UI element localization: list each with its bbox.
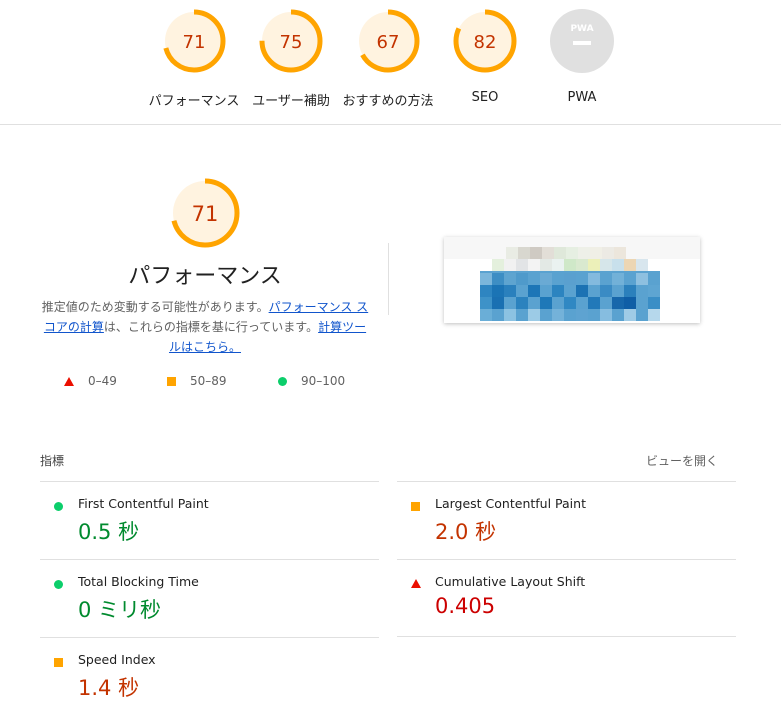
gauge-ring: 67: [356, 9, 420, 73]
metric-label: Speed Index: [78, 652, 156, 667]
metric-speed-index: Speed Index 1.4 秒: [40, 637, 379, 715]
gauge-performance[interactable]: 71 パフォーマンス: [139, 8, 249, 109]
legend-average: 50–89: [167, 374, 227, 388]
metric-fcp: First Contentful Paint 0.5 秒: [40, 481, 379, 559]
gauge-label: ユーザー補助: [252, 94, 330, 109]
gauge-label: パフォーマンス: [148, 94, 240, 109]
metric-label: Cumulative Layout Shift: [435, 574, 586, 589]
circle-icon: [54, 502, 63, 511]
pwa-icon-text: PWA: [570, 24, 593, 34]
metric-tbt: Total Blocking Time 0 ミリ秒: [40, 559, 379, 637]
expand-view-toggle[interactable]: ビューを開く: [646, 452, 718, 469]
metric-value: 0.405: [435, 594, 496, 618]
square-icon: [411, 502, 420, 511]
gauge-ring-large: 71: [170, 178, 240, 248]
performance-score: 71: [192, 202, 219, 226]
performance-title: パフォーマンス: [128, 264, 282, 289]
metric-label: Largest Contentful Paint: [435, 496, 586, 511]
description-text-mid: は、これらの指標を基に行っています。: [103, 320, 319, 334]
circle-icon: [54, 580, 63, 589]
circle-icon: [278, 376, 287, 386]
description-text: 推定値のため変動する可能性があります。: [41, 300, 269, 314]
gauge-label: SEO: [471, 90, 499, 105]
performance-gauge: 71: [40, 176, 370, 250]
score-summary-bar: 71 パフォーマンス 75 ユーザー補助 67 おすすめの方法 82 SEO P…: [0, 0, 781, 125]
gauge-score: 71: [183, 32, 206, 53]
metric-label: First Contentful Paint: [78, 496, 209, 511]
gauge-score: 67: [377, 32, 400, 53]
legend-range: 50–89: [190, 374, 227, 388]
divider: [388, 243, 389, 315]
gauge-label: PWA: [567, 90, 597, 105]
square-icon: [167, 376, 176, 386]
metric-cls: Cumulative Layout Shift 0.405: [397, 559, 736, 637]
triangle-icon: [64, 376, 74, 386]
gauge-score: 75: [280, 32, 303, 53]
metric-value: 0.5 秒: [78, 520, 140, 544]
page-screenshot-thumbnail: [444, 237, 700, 323]
gauge-pwa[interactable]: PWA PWA: [527, 8, 637, 105]
metric-value: 0 ミリ秒: [78, 598, 162, 622]
triangle-icon: [411, 579, 421, 588]
gauge-score: 82: [474, 32, 497, 53]
performance-description: 推定値のため変動する可能性があります。パフォーマンス スコアの計算は、これらの指…: [40, 297, 370, 357]
metric-label: Total Blocking Time: [78, 574, 199, 589]
legend-range: 0–49: [88, 374, 117, 388]
metric-lcp: Largest Contentful Paint 2.0 秒: [397, 481, 736, 559]
square-icon: [54, 658, 63, 667]
legend-range: 90–100: [301, 374, 346, 388]
gauge-ring: 75: [259, 9, 323, 73]
gauge-ring: 71: [162, 9, 226, 73]
metrics-header: 指標: [40, 454, 65, 468]
metric-value: 1.4 秒: [78, 676, 140, 700]
gauge-label: おすすめの方法: [342, 94, 434, 109]
gauge-seo[interactable]: 82 SEO: [430, 8, 540, 105]
metric-value: 2.0 秒: [435, 520, 497, 544]
gauge-accessibility[interactable]: 75 ユーザー補助: [236, 8, 346, 109]
gauge-best-practices[interactable]: 67 おすすめの方法: [333, 8, 443, 109]
pwa-icon: PWA: [550, 9, 614, 73]
gauge-ring: 82: [453, 9, 517, 73]
legend-pass: 90–100: [278, 374, 345, 388]
legend-fail: 0–49: [64, 374, 117, 388]
